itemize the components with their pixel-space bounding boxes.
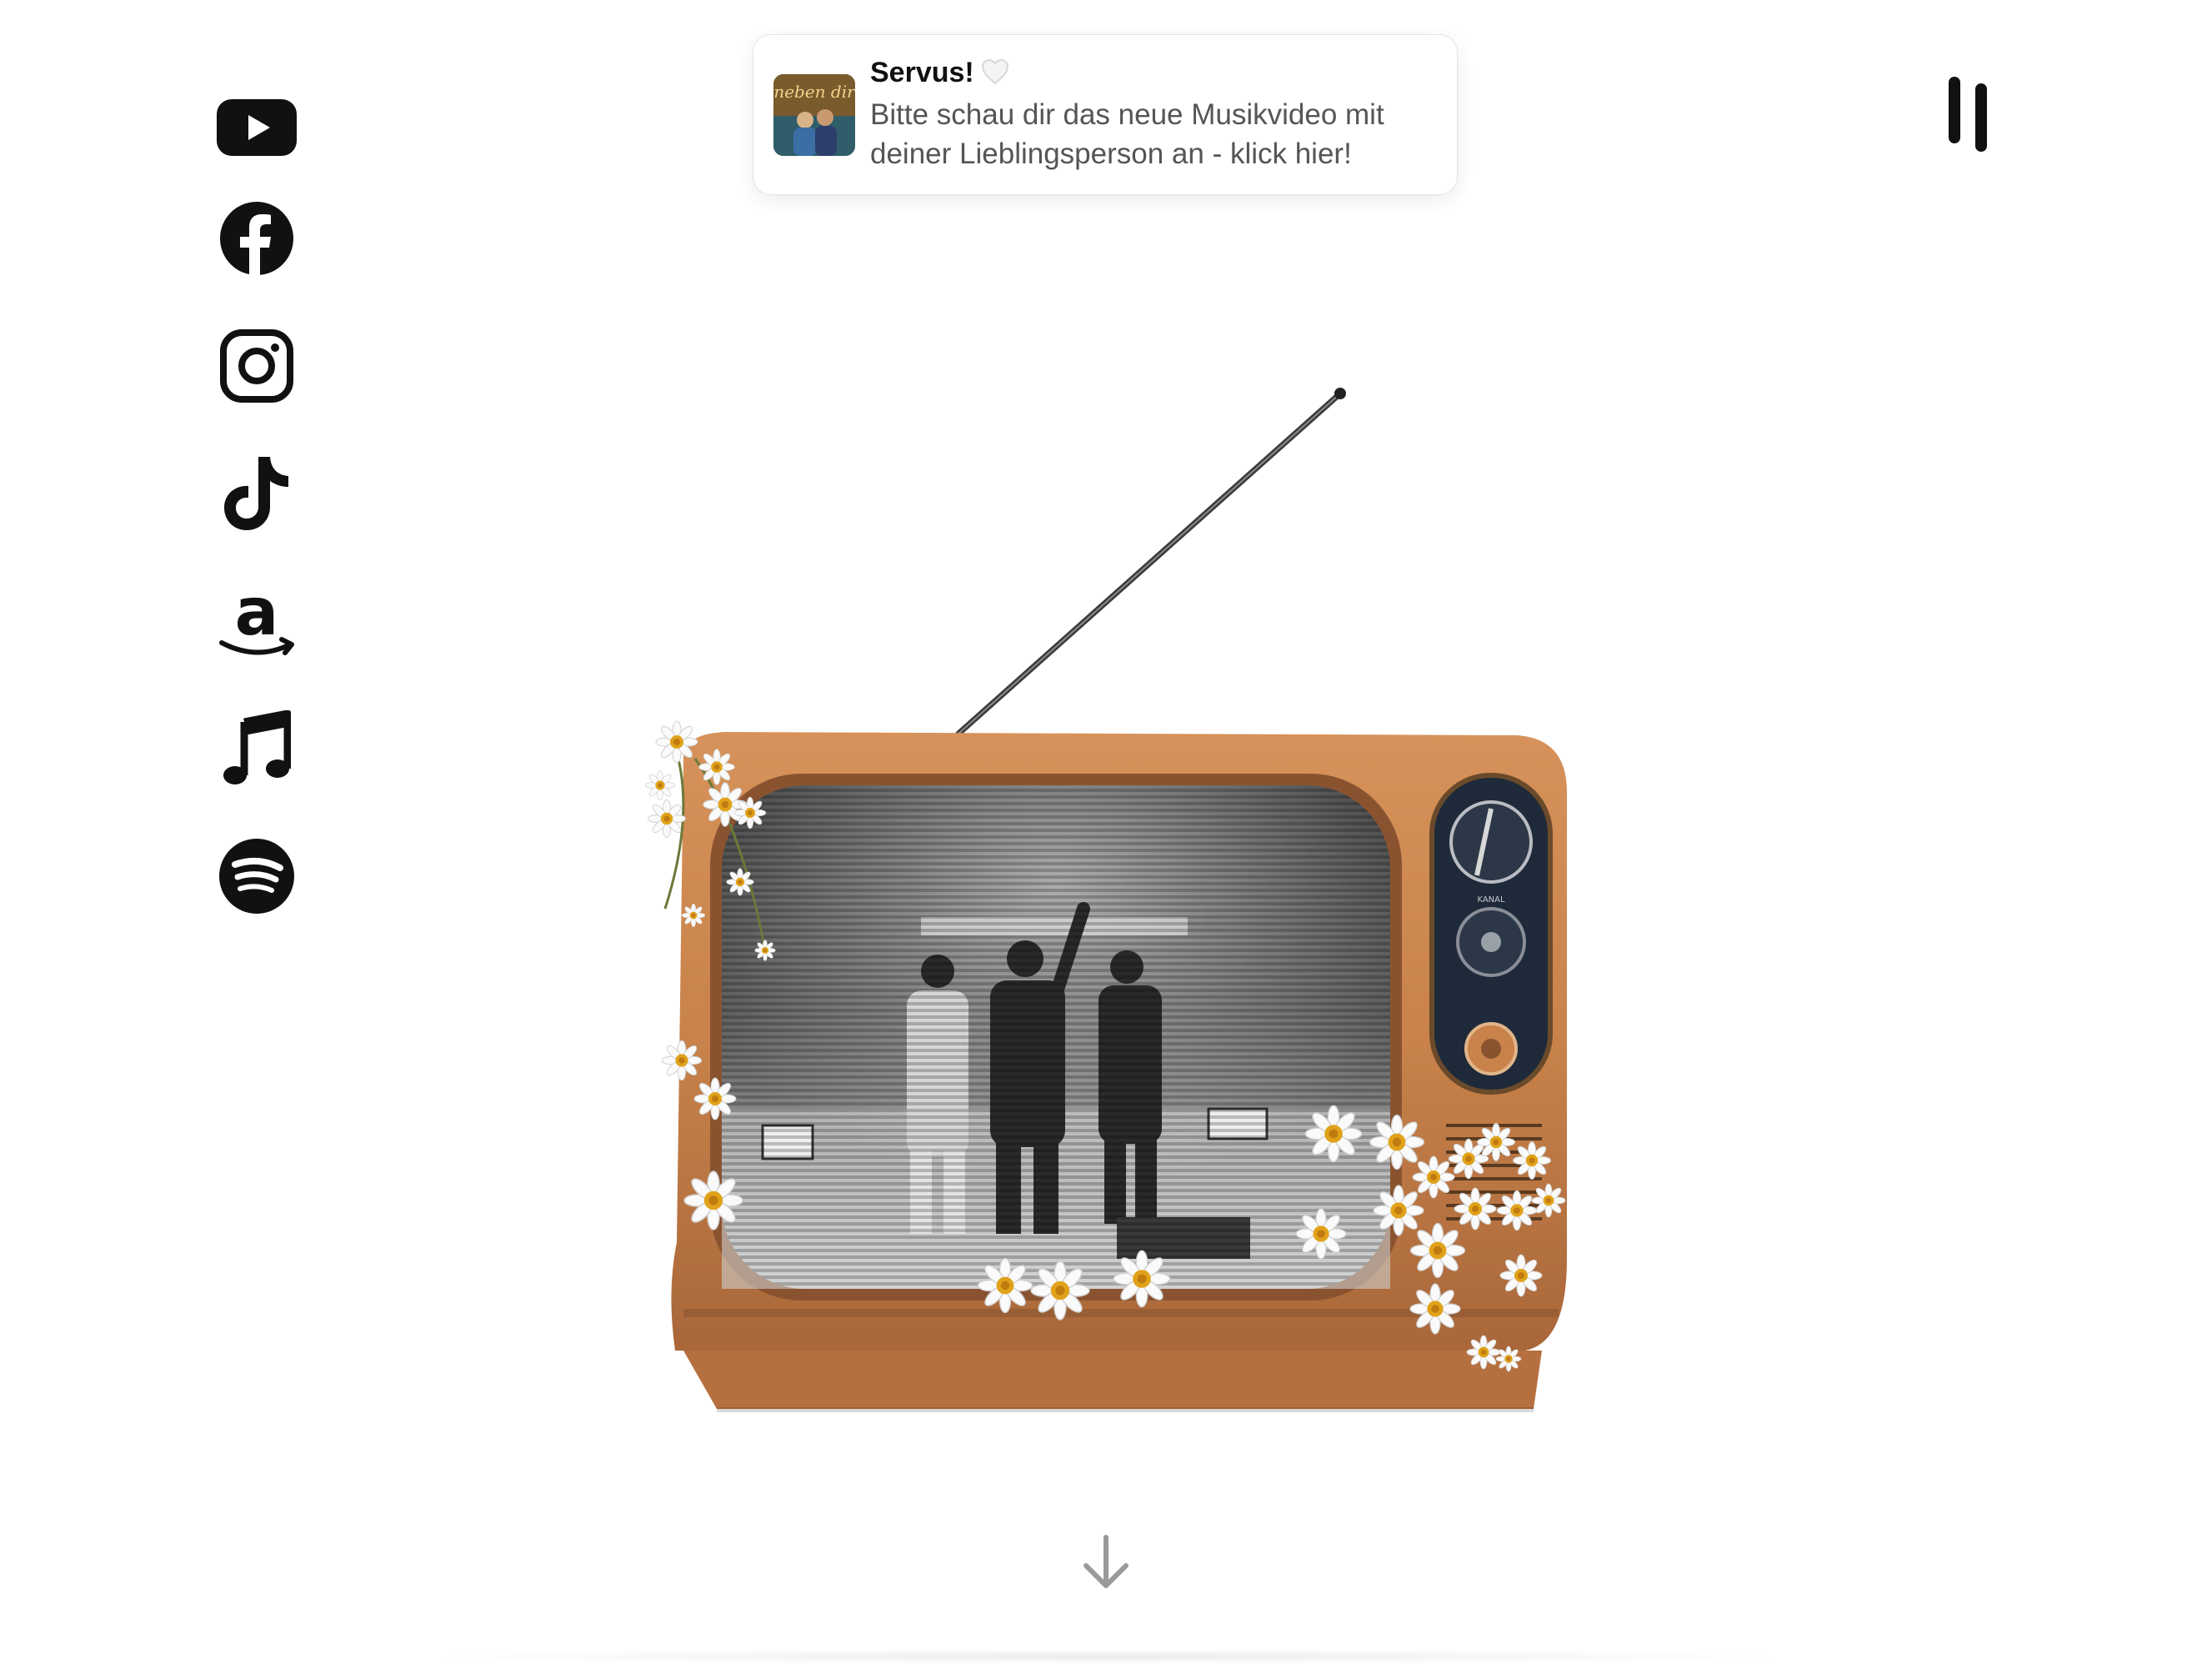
- facebook-icon: [219, 201, 293, 275]
- svg-text:a: a: [234, 581, 278, 650]
- amazon-icon: a: [218, 581, 294, 655]
- music-video-notification[interactable]: neben dir Servus! Bitte schau dir das ne…: [753, 34, 1458, 195]
- pause-button[interactable]: [1939, 68, 1997, 160]
- music-note-icon: [223, 709, 291, 784]
- spotify-icon: [218, 838, 294, 914]
- notification-message: Bitte schau dir das neue Musikvideo mit …: [870, 98, 1384, 170]
- white-heart-icon: [981, 58, 1009, 93]
- notification-title: Servus!: [870, 57, 1009, 93]
- page: a neben dir Servus! Bitte schau dir das …: [0, 0, 2212, 1664]
- svg-text:KANAL: KANAL: [1477, 895, 1505, 905]
- scroll-down-button[interactable]: [1081, 1532, 1131, 1592]
- pause-icon: [1949, 77, 1987, 152]
- apple-music-link[interactable]: [208, 700, 304, 796]
- instagram-icon: [219, 328, 293, 403]
- retro-tv-video[interactable]: KANAL: [617, 375, 1584, 1417]
- arrow-down-icon: [1083, 1535, 1129, 1588]
- section-divider-shadow: [417, 1649, 1795, 1664]
- svg-text:neben dir: neben dir: [773, 82, 855, 102]
- amazon-link[interactable]: a: [208, 573, 304, 669]
- instagram-link[interactable]: [208, 318, 304, 413]
- youtube-icon: [216, 98, 297, 156]
- tiktok-icon: [223, 456, 288, 530]
- tiktok-link[interactable]: [208, 445, 304, 541]
- facebook-link[interactable]: [208, 190, 304, 286]
- youtube-link[interactable]: [208, 79, 304, 175]
- notification-thumbnail: neben dir: [773, 74, 855, 156]
- spotify-link[interactable]: [208, 828, 304, 924]
